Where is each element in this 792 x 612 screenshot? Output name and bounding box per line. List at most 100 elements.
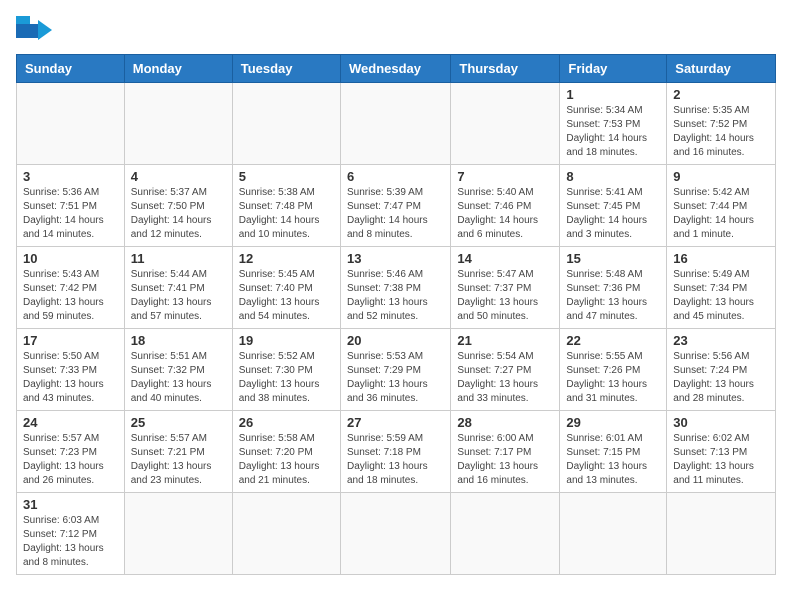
day-info: Sunrise: 6:03 AM Sunset: 7:12 PM Dayligh…: [23, 514, 118, 570]
calendar-cell: 28 Sunrise: 6:00 AM Sunset: 7:17 PM Dayli…: [451, 411, 560, 493]
calendar-cell: 1 Sunrise: 5:34 AM Sunset: 7:53 PM Daylig…: [560, 83, 667, 165]
day-number: 1: [566, 87, 660, 102]
calendar-cell: 11 Sunrise: 5:44 AM Sunset: 7:41 PM Dayli…: [124, 247, 232, 329]
day-number: 5: [239, 169, 334, 184]
day-info: Sunrise: 5:44 AM Sunset: 7:41 PM Dayligh…: [131, 268, 226, 324]
calendar-cell: 6 Sunrise: 5:39 AM Sunset: 7:47 PM Daylig…: [340, 165, 450, 247]
generalblue-logo-icon: [16, 16, 52, 44]
day-info: Sunrise: 5:48 AM Sunset: 7:36 PM Dayligh…: [566, 268, 660, 324]
calendar-cell: 20 Sunrise: 5:53 AM Sunset: 7:29 PM Dayli…: [340, 329, 450, 411]
calendar-cell: [667, 493, 776, 575]
day-number: 29: [566, 415, 660, 430]
day-number: 31: [23, 497, 118, 512]
day-info: Sunrise: 5:53 AM Sunset: 7:29 PM Dayligh…: [347, 350, 444, 406]
day-info: Sunrise: 5:40 AM Sunset: 7:46 PM Dayligh…: [457, 186, 553, 242]
day-number: 18: [131, 333, 226, 348]
day-number: 28: [457, 415, 553, 430]
day-info: Sunrise: 5:39 AM Sunset: 7:47 PM Dayligh…: [347, 186, 444, 242]
day-info: Sunrise: 5:38 AM Sunset: 7:48 PM Dayligh…: [239, 186, 334, 242]
day-info: Sunrise: 5:59 AM Sunset: 7:18 PM Dayligh…: [347, 432, 444, 488]
day-info: Sunrise: 5:56 AM Sunset: 7:24 PM Dayligh…: [673, 350, 769, 406]
calendar-cell: 30Sunrise: 6:02 AM Sunset: 7:13 PM Dayli…: [667, 411, 776, 493]
calendar-cell: 2 Sunrise: 5:35 AM Sunset: 7:52 PM Daylig…: [667, 83, 776, 165]
weekday-header-row: SundayMondayTuesdayWednesdayThursdayFrid…: [17, 55, 776, 83]
calendar-cell: 16Sunrise: 5:49 AM Sunset: 7:34 PM Dayli…: [667, 247, 776, 329]
calendar-week-row: 24Sunrise: 5:57 AM Sunset: 7:23 PM Dayli…: [17, 411, 776, 493]
day-info: Sunrise: 6:00 AM Sunset: 7:17 PM Dayligh…: [457, 432, 553, 488]
day-number: 12: [239, 251, 334, 266]
calendar-cell: [451, 493, 560, 575]
day-number: 24: [23, 415, 118, 430]
day-info: Sunrise: 5:50 AM Sunset: 7:33 PM Dayligh…: [23, 350, 118, 406]
calendar-cell: 22 Sunrise: 5:55 AM Sunset: 7:26 PM Dayli…: [560, 329, 667, 411]
calendar-cell: 25Sunrise: 5:57 AM Sunset: 7:21 PM Dayli…: [124, 411, 232, 493]
calendar-cell: 17Sunrise: 5:50 AM Sunset: 7:33 PM Dayli…: [17, 329, 125, 411]
calendar-cell: 10Sunrise: 5:43 AM Sunset: 7:42 PM Dayli…: [17, 247, 125, 329]
day-info: Sunrise: 5:35 AM Sunset: 7:52 PM Dayligh…: [673, 104, 769, 160]
day-number: 2: [673, 87, 769, 102]
day-info: Sunrise: 5:51 AM Sunset: 7:32 PM Dayligh…: [131, 350, 226, 406]
weekday-header-friday: Friday: [560, 55, 667, 83]
calendar-cell: 19 Sunrise: 5:52 AM Sunset: 7:30 PM Dayli…: [232, 329, 340, 411]
day-number: 25: [131, 415, 226, 430]
day-number: 11: [131, 251, 226, 266]
day-number: 21: [457, 333, 553, 348]
calendar-cell: 14 Sunrise: 5:47 AM Sunset: 7:37 PM Dayli…: [451, 247, 560, 329]
calendar-cell: 31 Sunrise: 6:03 AM Sunset: 7:12 PM Dayli…: [17, 493, 125, 575]
day-number: 19: [239, 333, 334, 348]
day-number: 27: [347, 415, 444, 430]
day-info: Sunrise: 5:45 AM Sunset: 7:40 PM Dayligh…: [239, 268, 334, 324]
day-number: 14: [457, 251, 553, 266]
day-info: Sunrise: 5:43 AM Sunset: 7:42 PM Dayligh…: [23, 268, 118, 324]
logo: [16, 16, 56, 44]
day-info: Sunrise: 5:41 AM Sunset: 7:45 PM Dayligh…: [566, 186, 660, 242]
calendar-cell: 3Sunrise: 5:36 AM Sunset: 7:51 PM Daylig…: [17, 165, 125, 247]
calendar-cell: 27 Sunrise: 5:59 AM Sunset: 7:18 PM Dayli…: [340, 411, 450, 493]
calendar-cell: 23 Sunrise: 5:56 AM Sunset: 7:24 PM Dayli…: [667, 329, 776, 411]
day-number: 4: [131, 169, 226, 184]
calendar-week-row: 17Sunrise: 5:50 AM Sunset: 7:33 PM Dayli…: [17, 329, 776, 411]
day-number: 6: [347, 169, 444, 184]
day-number: 13: [347, 251, 444, 266]
day-info: Sunrise: 5:46 AM Sunset: 7:38 PM Dayligh…: [347, 268, 444, 324]
day-number: 22: [566, 333, 660, 348]
day-info: Sunrise: 5:36 AM Sunset: 7:51 PM Dayligh…: [23, 186, 118, 242]
day-number: 16: [673, 251, 769, 266]
day-number: 20: [347, 333, 444, 348]
calendar-cell: 4Sunrise: 5:37 AM Sunset: 7:50 PM Daylig…: [124, 165, 232, 247]
day-info: Sunrise: 5:52 AM Sunset: 7:30 PM Dayligh…: [239, 350, 334, 406]
day-info: Sunrise: 5:34 AM Sunset: 7:53 PM Dayligh…: [566, 104, 660, 160]
day-number: 23: [673, 333, 769, 348]
calendar-cell: 9Sunrise: 5:42 AM Sunset: 7:44 PM Daylig…: [667, 165, 776, 247]
calendar-cell: [17, 83, 125, 165]
calendar-cell: 21 Sunrise: 5:54 AM Sunset: 7:27 PM Dayli…: [451, 329, 560, 411]
calendar-cell: [232, 493, 340, 575]
day-number: 7: [457, 169, 553, 184]
calendar-week-row: 1 Sunrise: 5:34 AM Sunset: 7:53 PM Daylig…: [17, 83, 776, 165]
calendar-cell: [124, 493, 232, 575]
day-number: 8: [566, 169, 660, 184]
calendar-cell: 18 Sunrise: 5:51 AM Sunset: 7:32 PM Dayli…: [124, 329, 232, 411]
calendar-table: SundayMondayTuesdayWednesdayThursdayFrid…: [16, 54, 776, 575]
day-number: 9: [673, 169, 769, 184]
calendar-cell: 8 Sunrise: 5:41 AM Sunset: 7:45 PM Daylig…: [560, 165, 667, 247]
page-header: [16, 16, 776, 44]
calendar-cell: [340, 493, 450, 575]
calendar-cell: [560, 493, 667, 575]
calendar-cell: 7 Sunrise: 5:40 AM Sunset: 7:46 PM Daylig…: [451, 165, 560, 247]
weekday-header-thursday: Thursday: [451, 55, 560, 83]
day-info: Sunrise: 5:47 AM Sunset: 7:37 PM Dayligh…: [457, 268, 553, 324]
day-number: 15: [566, 251, 660, 266]
day-number: 30: [673, 415, 769, 430]
calendar-cell: 12 Sunrise: 5:45 AM Sunset: 7:40 PM Dayli…: [232, 247, 340, 329]
day-info: Sunrise: 5:55 AM Sunset: 7:26 PM Dayligh…: [566, 350, 660, 406]
day-info: Sunrise: 6:01 AM Sunset: 7:15 PM Dayligh…: [566, 432, 660, 488]
calendar-cell: 29 Sunrise: 6:01 AM Sunset: 7:15 PM Dayli…: [560, 411, 667, 493]
weekday-header-monday: Monday: [124, 55, 232, 83]
calendar-cell: [124, 83, 232, 165]
calendar-week-row: 10Sunrise: 5:43 AM Sunset: 7:42 PM Dayli…: [17, 247, 776, 329]
calendar-cell: [451, 83, 560, 165]
day-info: Sunrise: 5:54 AM Sunset: 7:27 PM Dayligh…: [457, 350, 553, 406]
calendar-cell: [232, 83, 340, 165]
calendar-week-row: 3Sunrise: 5:36 AM Sunset: 7:51 PM Daylig…: [17, 165, 776, 247]
